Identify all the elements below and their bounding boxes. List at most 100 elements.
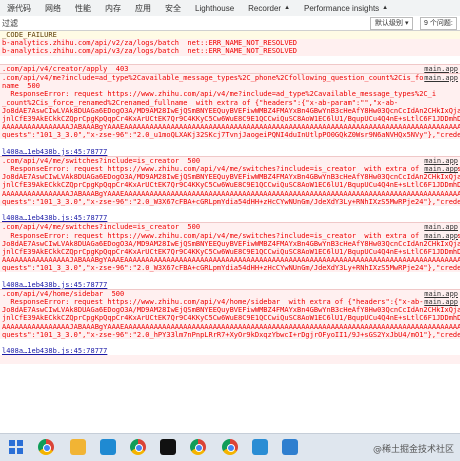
console-line-text: quests":"101_3_3.0","x-zse-96":"2.0_u1mo…	[2, 131, 460, 140]
console-error-line: AAAAAAAAAAAAAAAAJABAAABgYAAAEAAAAAAAAAAA…	[0, 123, 460, 132]
console-line-text: l408a…1eb438b.js:45:78777	[2, 347, 108, 356]
source-link[interactable]: main.app	[424, 64, 458, 73]
console-line[interactable]: l408a…1eb438b.js:45:78777	[0, 148, 460, 156]
console-error-line: .com/api/v4/me?include=ad_type%2Cavailab…	[0, 72, 460, 83]
vscode-icon[interactable]	[100, 439, 116, 455]
console-line[interactable]: l408a…1eb438b.js:45:78777	[0, 281, 460, 289]
chevron-icon: ▲	[284, 5, 291, 11]
console-line-text: ResponseError: request https://www.zhihu…	[2, 298, 424, 306]
console-line-text: ResponseError: request https://www.zhihu…	[2, 231, 460, 240]
tab-label: 网络	[45, 3, 61, 13]
filter-input[interactable]: 过滤	[2, 18, 18, 29]
chrome-center	[227, 444, 235, 452]
console-error-line: Jo8dAE7AswCIwLVAk8DUAGa6EDogO3A/MD9AM28I…	[0, 173, 460, 182]
console-line-text: .com/api/v4/home/sidebar 500	[2, 289, 125, 298]
source-link[interactable]: main.app	[424, 298, 458, 307]
console-line-text: l408a…1eb438b.js:45:78777	[2, 214, 108, 223]
console-line-text: name 500	[2, 82, 40, 91]
console-error-line	[0, 355, 460, 364]
console-line-text: Jo8dAE7AswCIwLVAk8DUAGa6EDogO3A/MD9AM28I…	[2, 306, 460, 315]
console-warning-line: _CODE_FAILURE	[0, 31, 460, 40]
console-line[interactable]: l408a…1eb438b.js:45:78777	[0, 347, 460, 355]
source-link[interactable]: main.app	[424, 231, 458, 240]
file-explorer-icon[interactable]	[70, 439, 86, 455]
chrome-center	[135, 444, 143, 452]
console-line[interactable]: l408a…1eb438b.js:45:78777	[0, 214, 460, 222]
issues-counter[interactable]: 9 个问题:	[420, 17, 457, 30]
devtools-tab[interactable]: Lighthouse	[188, 4, 241, 13]
source-link[interactable]: main.app	[424, 73, 458, 83]
console-line-text: .com/api/v4/me/switches?include=is_creat…	[2, 156, 201, 165]
console-line-text: b-analytics.zhihu.com/api/v2/za/logs/bat…	[2, 39, 298, 48]
source-link[interactable]: main.app	[424, 223, 458, 232]
source-link[interactable]: main.app	[424, 156, 458, 165]
console-line-text: jnlCfE39AkECkkCZQprCpgKpQqpCr4KxArUCtEK7…	[2, 114, 460, 123]
devtools-tab[interactable]: 网络	[38, 3, 68, 14]
chrome-icon[interactable]	[130, 439, 146, 455]
app-icon[interactable]	[282, 439, 298, 455]
watermark: @稀土掘金技术社区	[372, 445, 454, 455]
devtools-tab[interactable]: 源代码	[0, 3, 38, 14]
source-link[interactable]: main.app	[424, 289, 458, 298]
console-error-line: ResponseError: request https://www.zhihu…	[0, 165, 460, 174]
console-line-text: AAAAAAAAAAAAAAAAJABAAABgYAAAEAAAAAAAAAAA…	[2, 189, 460, 198]
console-error-line: .com/api/v4/creator/apply 403 main.app	[0, 63, 460, 73]
console-line-text: AAAAAAAAAAAAAAAAJABAAABgYAAAEAAAAAAAAAAA…	[2, 123, 460, 132]
console-error-line: jnlCfE39AkECkkCZQprCpgKpQqpCr4KxArUCtEK7…	[0, 314, 460, 323]
devtools-tab[interactable]: 安全	[158, 3, 188, 14]
console-line-text: .com/api/v4/me?include=ad_type%2Cavailab…	[2, 73, 437, 82]
chrome-icon[interactable]	[190, 439, 206, 455]
devtools-tab[interactable]: Performance insights ▲	[297, 4, 395, 13]
chevron-icon: ▲	[382, 5, 389, 11]
chrome-icon[interactable]	[38, 439, 54, 455]
tab-label: 性能	[75, 3, 91, 13]
windows-taskbar: @稀土掘金技术社区	[0, 433, 460, 461]
console-line-text: l408a…1eb438b.js:45:78777	[2, 280, 108, 289]
console-line-text: .com/api/v4/me/switches?include=is_creat…	[2, 223, 201, 232]
console-line-text: Jo8dAE7AswCIwLVAk8DUAGa6EDogO3A/MD9AM28I…	[2, 173, 460, 182]
console-line-text: l408a…1eb438b.js:45:78777	[2, 147, 108, 156]
windows-start-icon[interactable]	[8, 439, 24, 455]
devtools-tab[interactable]: 应用	[128, 3, 158, 14]
console-filter-bar: 过滤 默认级别 ▾ 9 个问题:	[0, 16, 460, 31]
console-line-text: AAAAAAAAAAAAAAAAJABAAABgYAAAEAAAAAAAAAAA…	[2, 322, 460, 331]
console-error-line: AAAAAAAAAAAAAAAAJABAAABgYAAAEAAAAAAAAAAA…	[0, 256, 460, 265]
console-line-text: _count%2Cis_force_renamed%2Crenamed_full…	[2, 98, 399, 107]
source-link[interactable]: main.app	[424, 165, 458, 174]
log-level-dropdown[interactable]: 默认级别 ▾	[370, 17, 414, 30]
console-error-line: b-analytics.zhihu.com/api/v2/za/logs/bat…	[0, 39, 460, 48]
console-error-line: AAAAAAAAAAAAAAAAJABAAABgYAAAEAAAAAAAAAAA…	[0, 322, 460, 331]
tab-label: 安全	[165, 3, 181, 13]
console-error-line: quests":"101_3_3.0","x-zse-96":"2.0_W3X6…	[0, 264, 460, 273]
console-error-line: ResponseError: request https://www.zhihu…	[0, 231, 460, 240]
devtools-tab[interactable]: Recorder ▲	[241, 4, 297, 13]
console-line-text: .com/api/v4/creator/apply 403	[2, 64, 129, 73]
console-line-text: ResponseError: request https://www.zhihu…	[2, 90, 437, 99]
console-error-line: .com/api/v4/me/switches?include=is_creat…	[0, 155, 460, 165]
console-error-line: jnlCfE39AkECkkCZQprCpgKpQqpCr4KxArUCtEK7…	[0, 114, 460, 124]
console-line-text: jnlCfE39AkECkkCZQprCpgKpQqpCr4KxArUCtEK7…	[2, 181, 460, 190]
chrome-icon[interactable]	[222, 439, 238, 455]
app-icon[interactable]	[252, 439, 268, 455]
jetbrains-icon[interactable]	[160, 439, 176, 455]
devtools-tab-bar: 源代码 网络 性能 内存 应用 安全 Lighthouse Recorder ▲ Performa…	[0, 0, 460, 17]
console-line-text: quests":"101_3_3.0","x-zse-96":"2.0_W3X6…	[2, 197, 460, 206]
tab-label: 应用	[135, 3, 151, 13]
console-line-text: _CODE_FAILURE	[2, 31, 57, 39]
console-output[interactable]: _CODE_FAILURE b-analytics.zhihu.com/api/v…	[0, 31, 460, 433]
console-error-line: jnlCfE39AkECkkCZQprCpgKpQqpCr4KxArUCtEK7…	[0, 181, 460, 190]
console-error-line: quests":"101_3_3.0","x-zse-96":"2.0_W3X6…	[0, 197, 460, 206]
console-line-text: jnlCfE39AkECkkCZQprCpgKpQqpCr4KxArUCtEK7…	[2, 247, 460, 256]
tab-label: 内存	[105, 3, 121, 13]
tab-label: Recorder	[248, 3, 282, 13]
console-line-text: quests":"101_3_3.0","x-zse-96":"2.0_hPY3…	[2, 330, 460, 339]
devtools-tab[interactable]: 内存	[98, 3, 128, 14]
tab-label: Performance insights	[304, 3, 380, 13]
console-error-line: Jo8dAE7AswCIwLVAk8DUAGa6EDogO3A/MD9AM28I…	[0, 306, 460, 315]
devtools-tab[interactable]: 性能	[68, 3, 98, 14]
console-error-line: _count%2Cis_force_renamed%2Crenamed_full…	[0, 98, 460, 107]
